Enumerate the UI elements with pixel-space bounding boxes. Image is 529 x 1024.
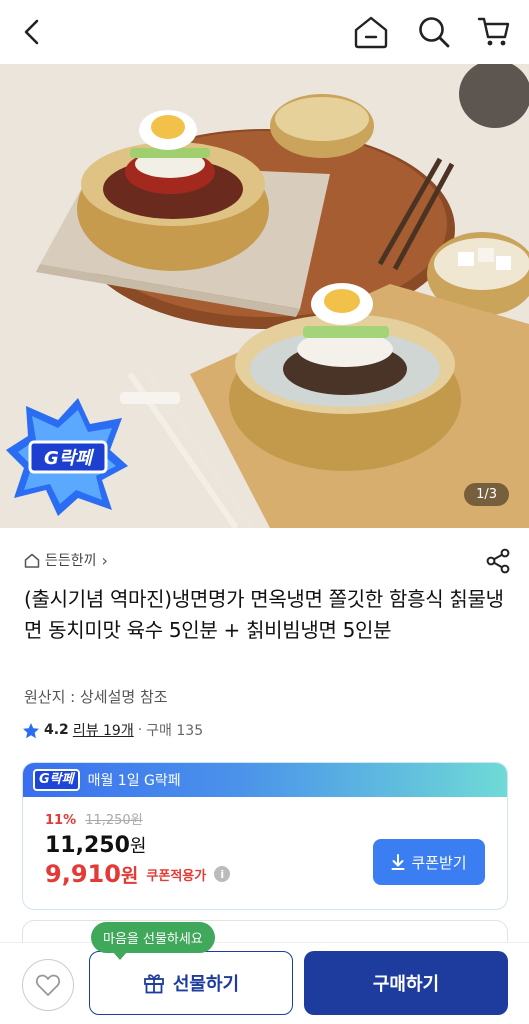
rating-row: 4.2 리뷰 19개 · 구매 135 xyxy=(22,720,203,740)
share-icon[interactable] xyxy=(485,548,511,574)
original-price: 11,250원 xyxy=(85,813,143,828)
store-name: 든든한끼 xyxy=(45,553,97,569)
search-icon[interactable] xyxy=(414,12,454,52)
download-icon xyxy=(391,854,405,870)
get-coupon-label: 쿠폰받기 xyxy=(411,853,467,872)
buy-button-label: 구매하기 xyxy=(372,974,440,995)
reviews-link[interactable]: 리뷰 19개 xyxy=(73,720,134,740)
festival-banner-text: 매월 1일 G락페 xyxy=(87,773,181,789)
top-nav-bar xyxy=(0,0,529,64)
buy-button[interactable]: 구매하기 xyxy=(304,951,508,1015)
store-home-icon xyxy=(24,553,40,568)
bottom-action-bar: 선물하기 구매하기 xyxy=(0,942,529,1024)
festival-logo: G락페 xyxy=(33,769,80,791)
back-arrow-icon[interactable] xyxy=(12,12,52,52)
rating-score: 4.2 xyxy=(44,722,69,738)
gift-button[interactable]: 선물하기 xyxy=(89,951,293,1015)
origin-info: 원산지 : 상세설명 참조 xyxy=(24,688,168,706)
gift-tooltip: 마음을 선물하세요 xyxy=(91,922,215,960)
star-icon xyxy=(23,722,39,738)
gift-icon xyxy=(143,974,164,994)
purchase-count: 구매 135 xyxy=(146,723,204,739)
discount-percent: 11% xyxy=(45,813,77,828)
gift-button-label: 선물하기 xyxy=(172,974,240,995)
festival-banner: G락페 매월 1일 G락페 xyxy=(23,763,507,797)
image-counter: 1/3 xyxy=(464,483,509,506)
store-link[interactable]: 든든한끼 › xyxy=(24,550,108,570)
chevron-right-icon: › xyxy=(101,550,108,570)
wishlist-button[interactable] xyxy=(22,959,74,1011)
product-title: (출시기념 역마진)냉면명가 면옥냉면 쫄깃한 함흥식 칡물냉면 동치미맛 육수… xyxy=(24,587,504,642)
product-image-gallery[interactable]: G락페 1/3 xyxy=(0,64,529,528)
get-coupon-button[interactable]: 쿠폰받기 xyxy=(373,839,485,885)
heart-icon xyxy=(35,974,61,996)
info-icon[interactable]: i xyxy=(214,866,231,882)
g-festival-badge: G락페 xyxy=(6,394,128,516)
price-card: G락페 매월 1일 G락페 11% 11,250원 11,250원 9,910원… xyxy=(22,762,508,910)
coupon-price-label: 쿠폰적용가 xyxy=(146,868,207,884)
badge-text: G락페 xyxy=(44,448,94,469)
cart-icon[interactable] xyxy=(474,12,514,52)
separator-dot: · xyxy=(137,722,143,738)
home-icon[interactable] xyxy=(351,12,391,52)
